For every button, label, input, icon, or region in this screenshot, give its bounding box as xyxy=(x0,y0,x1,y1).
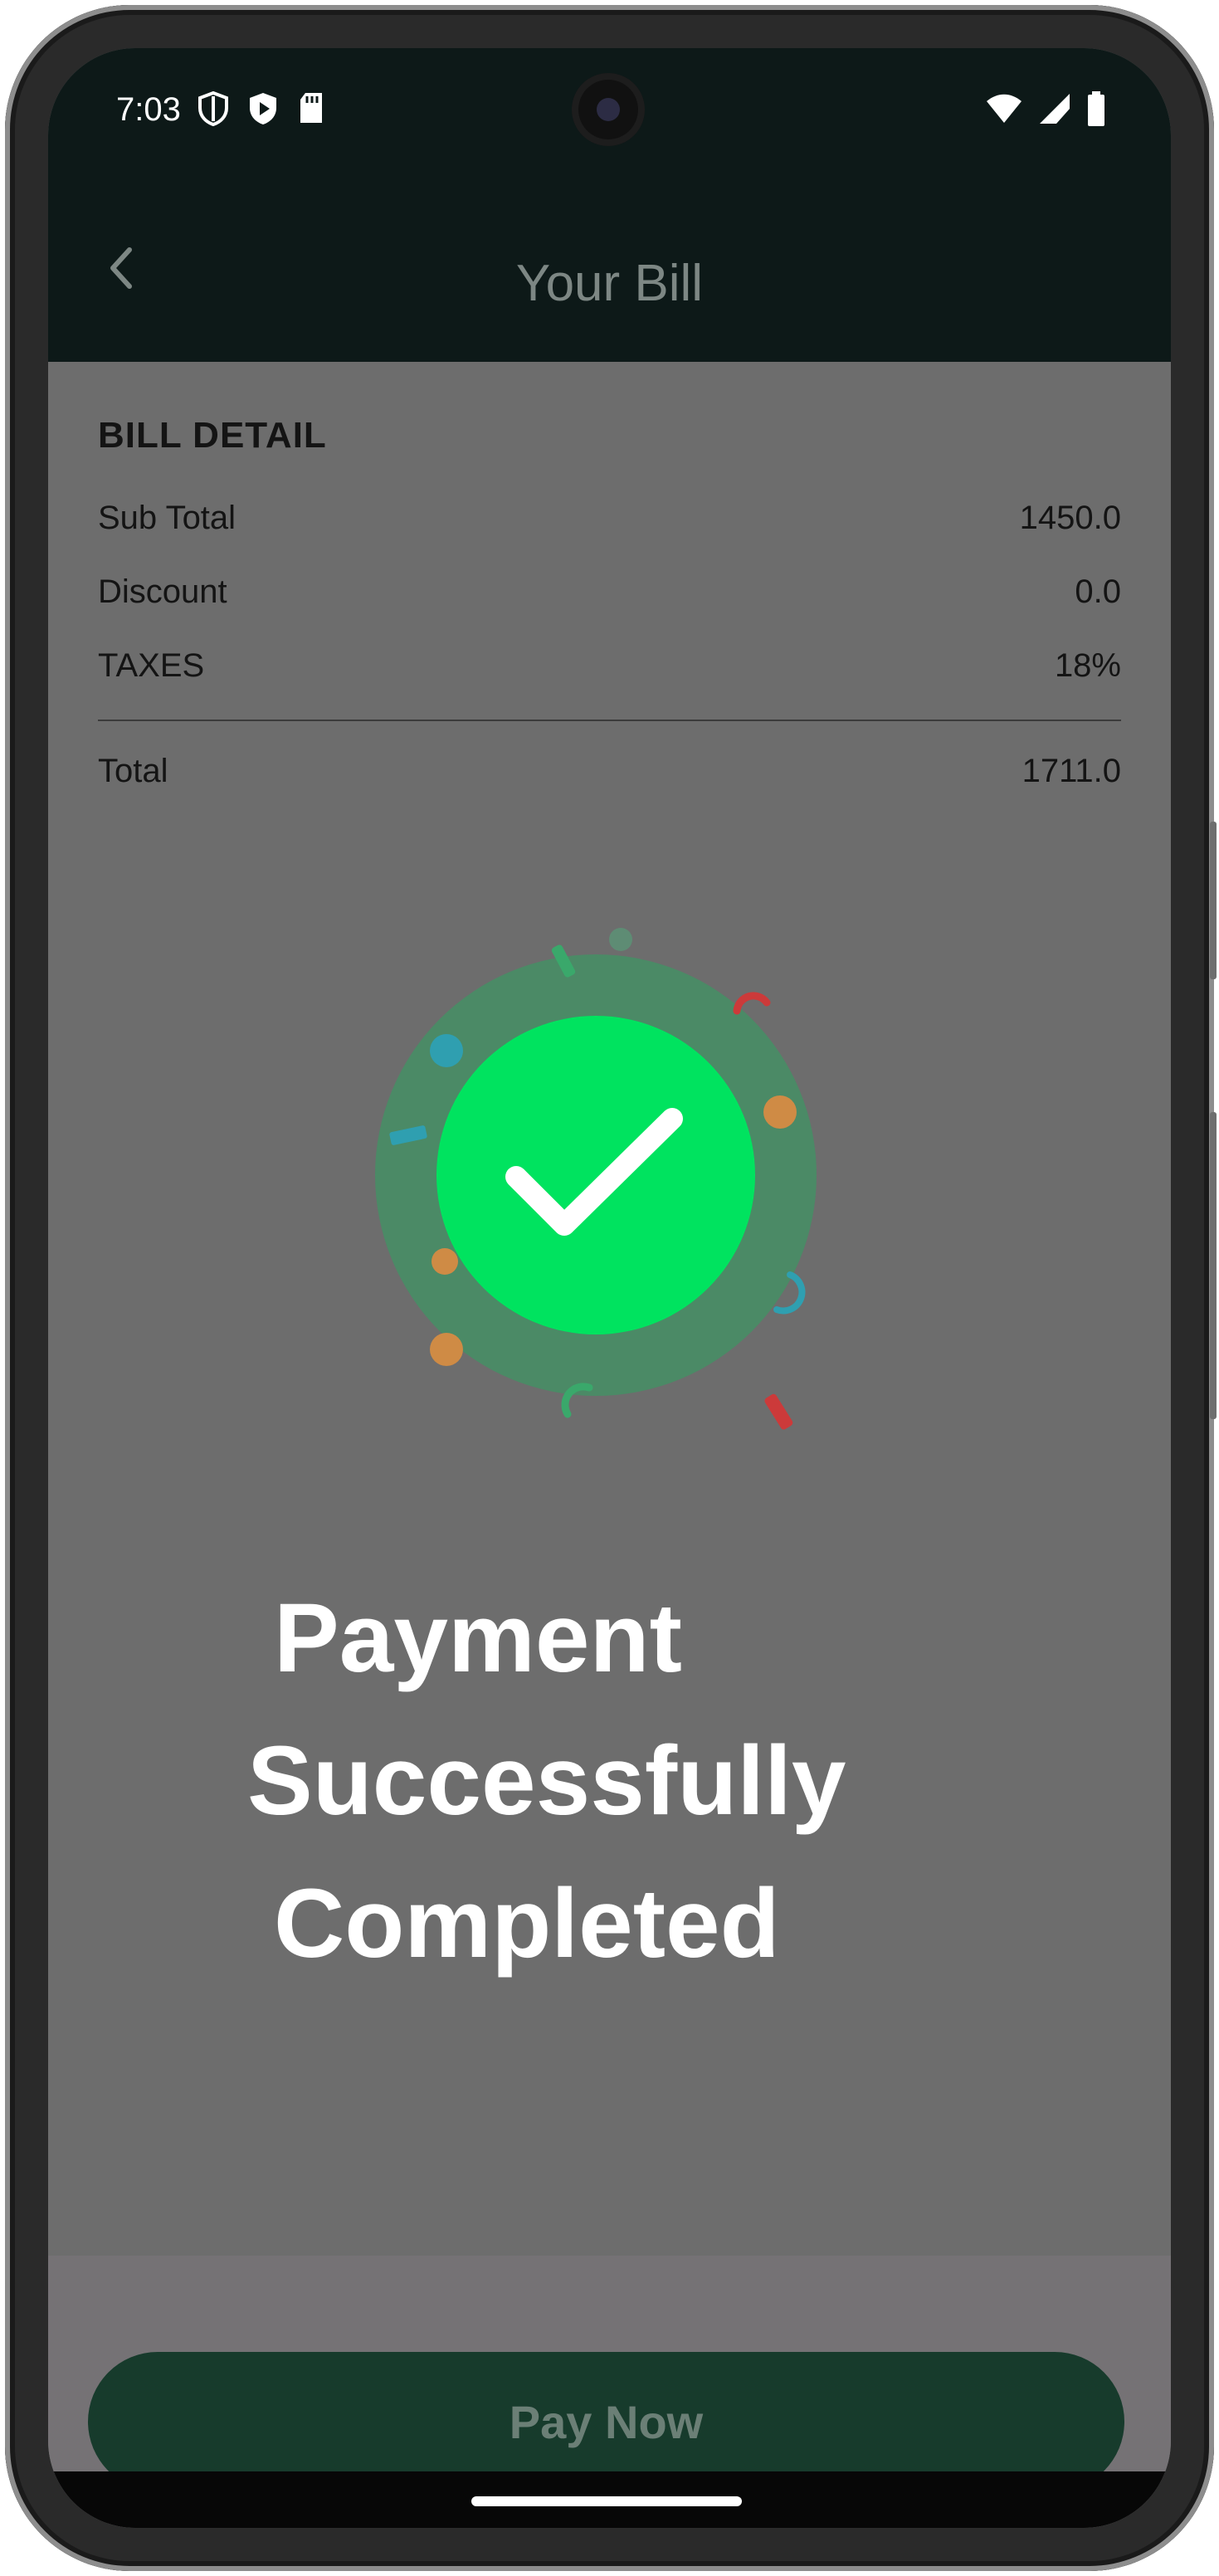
wifi-icon xyxy=(985,93,1023,129)
bill-row-label: Discount xyxy=(98,573,227,610)
success-line-1: Payment xyxy=(274,1583,682,1693)
bill-row-label: TAXES xyxy=(98,647,205,684)
page-title: Your Bill xyxy=(515,255,704,312)
success-line-3: Completed xyxy=(274,1869,780,1978)
success-animation xyxy=(322,870,903,1451)
power-button xyxy=(1210,822,1217,979)
home-indicator[interactable] xyxy=(471,2496,742,2506)
battery-icon xyxy=(1086,91,1106,130)
total-value: 1711.0 xyxy=(1022,753,1121,789)
volume-button xyxy=(1210,1112,1217,1419)
bill-row-label: Sub Total xyxy=(98,500,236,536)
bill-row-discount: Discount 0.0 xyxy=(98,573,1121,611)
bill-detail: BILL DETAIL Sub Total 1450.0 Discount 0.… xyxy=(98,365,1121,790)
divider xyxy=(98,720,1121,721)
signal-icon xyxy=(1038,92,1071,129)
bill-row-value: 0.0 xyxy=(1075,573,1121,610)
status-time: 7:03 xyxy=(116,91,181,128)
pay-now-button[interactable]: Pay Now xyxy=(88,2352,1124,2491)
bill-row-value: 18% xyxy=(1054,647,1121,684)
sd-card-icon xyxy=(297,91,325,130)
bill-row-value: 1450.0 xyxy=(1019,500,1121,536)
bill-row-subtotal: Sub Total 1450.0 xyxy=(98,500,1121,537)
success-message: Payment Successfully Completed xyxy=(247,1567,846,1995)
shield-icon xyxy=(197,90,229,130)
success-line-2: Successfully xyxy=(247,1726,846,1836)
bill-row-total: Total 1711.0 xyxy=(98,753,1121,790)
check-circle-icon xyxy=(375,928,817,1430)
front-camera xyxy=(572,73,645,146)
bill-row-taxes: TAXES 18% xyxy=(98,647,1121,685)
play-protect-icon xyxy=(247,91,279,130)
status-bar: 7:03 xyxy=(48,48,1171,156)
bill-heading: BILL DETAIL xyxy=(98,415,327,456)
app-bar: Your Bill xyxy=(48,156,1171,362)
total-label: Total xyxy=(98,753,168,789)
screen: 7:03 Your Bill BILL DETAIL Sub Total 145… xyxy=(48,48,1171,2528)
